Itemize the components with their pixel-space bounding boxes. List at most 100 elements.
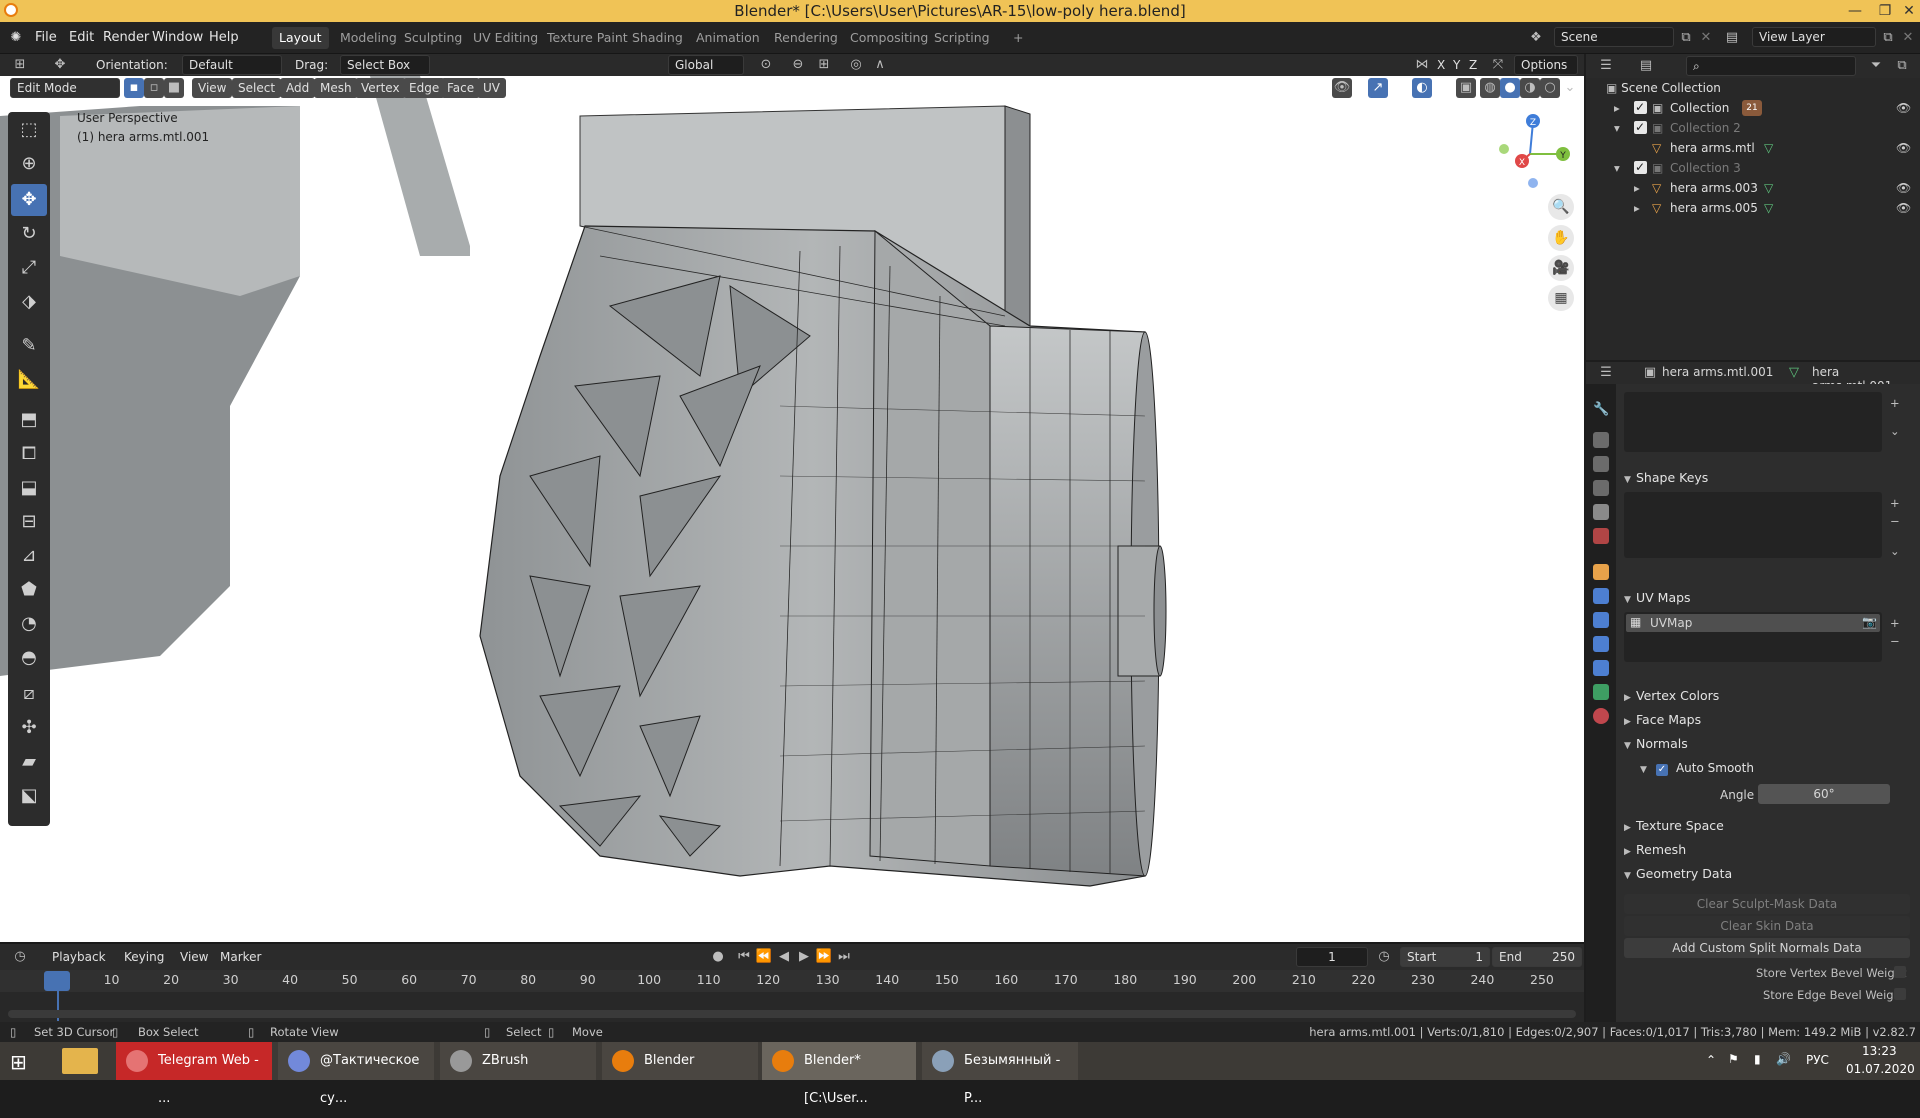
shape-key-remove-icon[interactable]: − <box>1890 514 1900 528</box>
clear-skin-data-button[interactable]: Clear Skin Data <box>1624 916 1910 936</box>
transform-tool-icon[interactable]: ⬗ <box>11 286 47 318</box>
play-reverse-icon[interactable]: ◀ <box>774 947 794 967</box>
tab-compositing[interactable]: Compositing <box>843 27 935 49</box>
jump-start-icon[interactable]: ⏮ <box>734 947 754 967</box>
world-tab-icon[interactable] <box>1593 528 1609 544</box>
edge-slide-tool-icon[interactable]: ⧄ <box>11 678 47 710</box>
geometry-data-section[interactable]: ▼ Geometry Data <box>1624 864 1732 884</box>
wireframe-shading-icon[interactable]: ◍ <box>1480 78 1500 98</box>
tray-signal-icon[interactable]: ▮ <box>1754 1052 1761 1066</box>
zoom-icon[interactable]: 🔍 <box>1548 194 1574 220</box>
menu-file[interactable]: File <box>30 28 62 48</box>
loop-cut-tool-icon[interactable]: ⊟ <box>11 506 47 538</box>
shape-key-menu-icon[interactable]: ⌄ <box>1890 544 1900 558</box>
jump-end-icon[interactable]: ⏭ <box>834 947 854 967</box>
normals-section[interactable]: ▼ Normals <box>1624 734 1688 754</box>
expand-icon[interactable]: ▸ <box>1634 178 1640 198</box>
editor-type-icon[interactable]: ⊞ <box>10 55 30 75</box>
windows-start-icon[interactable]: ⊞ <box>10 1050 27 1074</box>
face-maps-section[interactable]: ▶ Face Maps <box>1624 710 1701 730</box>
rendered-shading-icon[interactable]: ○ <box>1540 78 1560 98</box>
playhead[interactable] <box>44 971 70 991</box>
shape-key-add-icon[interactable]: + <box>1890 496 1900 510</box>
uv-map-remove-icon[interactable]: − <box>1890 634 1900 648</box>
knife-tool-icon[interactable]: ⊿ <box>11 540 47 572</box>
shading-options-icon[interactable]: ⌄ <box>1560 78 1580 98</box>
rip-tool-icon[interactable]: ⬕ <box>11 780 47 812</box>
preview-range-icon[interactable]: ◷ <box>1374 947 1394 967</box>
render-tab-icon[interactable] <box>1593 432 1609 448</box>
overlays-icon[interactable]: ◐ <box>1412 78 1432 98</box>
menu-marker[interactable]: Marker <box>220 947 261 967</box>
timeline-ruler[interactable]: 1102030405060708090100110120130140150160… <box>0 970 1584 992</box>
tab-shading[interactable]: Shading <box>625 27 690 49</box>
pivot-point-icon[interactable]: ⊙ <box>756 55 776 75</box>
collapse-icon[interactable]: ▾ <box>1614 158 1620 178</box>
filter-icon[interactable]: ⏷ <box>1866 56 1886 76</box>
timeline-scrollbar[interactable] <box>8 1010 1576 1018</box>
taskbar-paint[interactable]: Безымянный - P... <box>922 1042 1078 1106</box>
modifier-tab-icon[interactable] <box>1593 588 1609 604</box>
annotate-tool-icon[interactable]: ✎ <box>11 330 47 362</box>
menu-add[interactable]: Add <box>280 78 316 98</box>
menu-mesh[interactable]: Mesh <box>314 78 358 98</box>
mode-dropdown[interactable]: Edit Mode <box>10 78 120 98</box>
menu-select[interactable]: Select <box>232 78 282 98</box>
taskbar-blender[interactable]: Blender <box>602 1042 758 1080</box>
outliner-row-collection[interactable]: ▸ ▣ Collection 21 👁 <box>1586 97 1920 118</box>
axis-x-toggle[interactable]: X <box>1437 55 1445 75</box>
rotate-tool-icon[interactable]: ↻ <box>11 218 47 250</box>
vertex-groups-list[interactable] <box>1624 392 1882 452</box>
delete-view-layer-icon[interactable]: ✕ <box>1898 28 1918 48</box>
tool-tab-icon[interactable]: 🔧 <box>1593 402 1609 418</box>
outliner-scene-collection[interactable]: ▣ Scene Collection <box>1586 78 1920 98</box>
outliner-search-input[interactable]: ⌕ <box>1686 56 1856 76</box>
xray-icon[interactable]: ▣ <box>1456 78 1476 98</box>
start-frame-field[interactable]: Start 1 <box>1400 947 1490 967</box>
prev-keyframe-icon[interactable]: ⏪ <box>754 947 774 967</box>
visibility-eye-icon[interactable]: 👁 <box>1896 198 1911 218</box>
outliner-row-hera-arms-mtl[interactable]: ▽ hera arms.mtl ▽ 👁 <box>1586 138 1920 158</box>
menu-face[interactable]: Face <box>441 78 481 98</box>
measure-tool-icon[interactable]: 📐 <box>11 364 47 396</box>
add-workspace-button[interactable]: + <box>1006 27 1030 49</box>
display-mode-icon[interactable]: ▤ <box>1636 56 1656 76</box>
expand-icon[interactable]: ▸ <box>1614 98 1620 118</box>
visibility-eye-icon[interactable]: 👁 <box>1896 98 1911 118</box>
mesh-data-tab-icon[interactable] <box>1593 684 1609 700</box>
menu-window[interactable]: Window <box>147 28 208 48</box>
extrude-tool-icon[interactable]: ⬒ <box>11 404 47 436</box>
collection-checkbox[interactable] <box>1634 157 1647 177</box>
angle-field[interactable]: 60° <box>1758 784 1890 804</box>
visibility-eye-icon[interactable]: 👁 <box>1896 138 1911 158</box>
visibility-eye-icon[interactable]: 👁 <box>1896 178 1911 198</box>
delete-scene-icon[interactable]: ✕ <box>1696 28 1716 48</box>
scale-tool-icon[interactable]: ⤢ <box>11 252 47 284</box>
menu-edit[interactable]: Edit <box>64 28 99 48</box>
material-tab-icon[interactable] <box>1593 708 1609 724</box>
uv-maps-section[interactable]: ▼ UV Maps <box>1624 588 1691 608</box>
store-edge-bevel-checkbox[interactable] <box>1894 988 1906 1000</box>
blender-menu-icon[interactable]: ✺ <box>6 28 26 48</box>
proportional-edit-icon[interactable]: ◎ <box>846 55 866 75</box>
axis-z-toggle[interactable]: Z <box>1469 55 1477 75</box>
cursor-tool-icon[interactable]: ⊕ <box>11 148 47 180</box>
grid-perspective-icon[interactable]: ▦ <box>1548 285 1574 311</box>
shear-tool-icon[interactable]: ▰ <box>11 746 47 778</box>
face-select-icon[interactable]: ■ <box>164 78 184 98</box>
timeline-editor-type-icon[interactable]: ◷ <box>10 947 30 967</box>
select-box-tool-icon[interactable]: ⬚ <box>11 114 47 146</box>
close-button[interactable]: ✕ <box>1894 0 1920 22</box>
transform-orientation-dropdown[interactable]: Global <box>668 55 744 75</box>
tray-volume-icon[interactable]: 🔊 <box>1776 1052 1791 1066</box>
menu-uv[interactable]: UV <box>477 78 506 98</box>
camera-view-icon[interactable]: 🎥 <box>1548 255 1574 281</box>
snap-target-icon[interactable]: ⊞ <box>814 55 834 75</box>
tab-layout[interactable]: Layout <box>272 27 329 49</box>
view-layer-selector[interactable]: View Layer <box>1752 27 1876 47</box>
menu-playback[interactable]: Playback <box>52 947 106 967</box>
record-icon[interactable]: ● <box>708 947 728 967</box>
taskbar-zbrush[interactable]: ZBrush <box>440 1042 596 1080</box>
solid-shading-icon[interactable]: ● <box>1500 78 1520 98</box>
physics-tab-icon[interactable] <box>1593 636 1609 652</box>
